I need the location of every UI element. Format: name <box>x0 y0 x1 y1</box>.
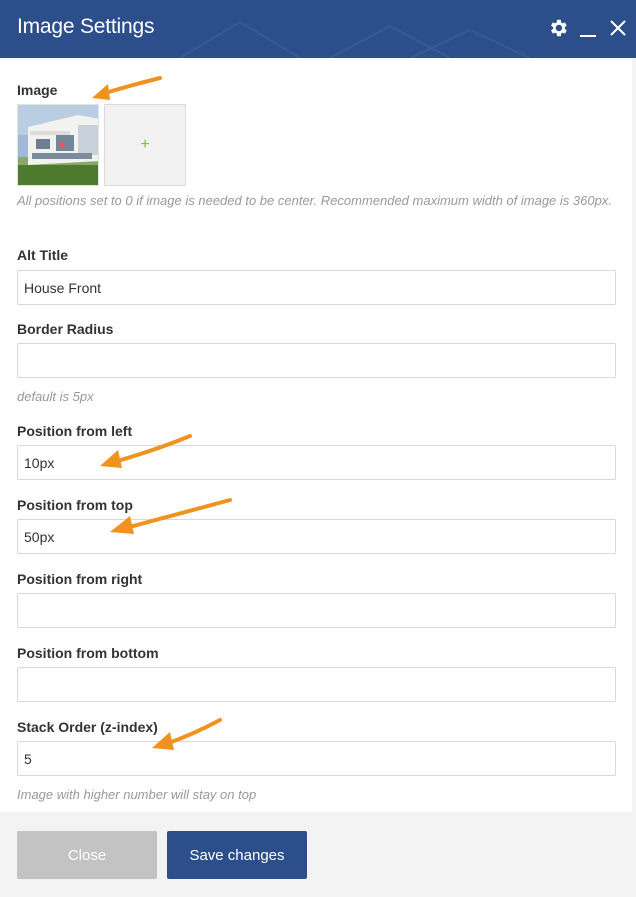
alt-title-label: Alt Title <box>17 247 69 263</box>
position-top-label: Position from top <box>17 497 133 513</box>
modal-header: Image Settings <box>0 0 636 58</box>
position-top-input[interactable] <box>17 519 616 554</box>
z-index-hint: Image with higher number will stay on to… <box>17 787 257 802</box>
border-radius-label: Border Radius <box>17 321 114 337</box>
position-left-label: Position from left <box>17 423 133 439</box>
z-index-label: Stack Order (z-index) <box>17 719 158 735</box>
gear-icon[interactable] <box>547 17 569 39</box>
position-right-input[interactable] <box>17 593 616 628</box>
image-thumbnail[interactable] <box>17 104 99 186</box>
image-hint: All positions set to 0 if image is neede… <box>17 193 612 208</box>
border-radius-hint: default is 5px <box>17 389 94 404</box>
save-changes-button[interactable]: Save changes <box>167 831 307 879</box>
position-bottom-input[interactable] <box>17 667 616 702</box>
scrollbar-track[interactable] <box>632 58 636 897</box>
position-right-label: Position from right <box>17 571 143 587</box>
alt-title-input[interactable] <box>17 270 616 305</box>
z-index-input[interactable] <box>17 741 616 776</box>
add-image-button[interactable]: + <box>104 104 186 186</box>
position-left-input[interactable] <box>17 445 616 480</box>
close-icon[interactable] <box>609 19 627 37</box>
image-label: Image <box>17 82 58 98</box>
close-button[interactable]: Close <box>17 831 157 879</box>
border-radius-input[interactable] <box>17 343 616 378</box>
house-image <box>18 105 98 185</box>
plus-icon: + <box>140 136 150 153</box>
modal-title: Image Settings <box>17 15 155 38</box>
minimize-icon[interactable] <box>580 20 596 38</box>
position-bottom-label: Position from bottom <box>17 645 159 661</box>
